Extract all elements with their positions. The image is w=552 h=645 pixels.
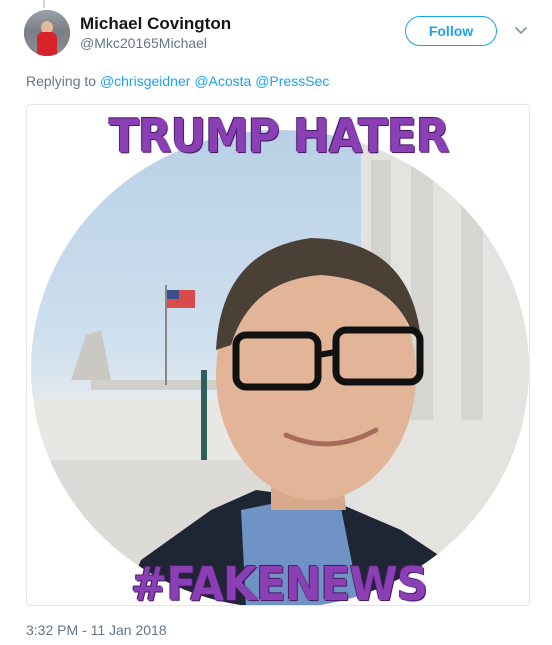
chevron-down-icon[interactable] [513,22,529,38]
meme-bottom-caption: #FAKENEWS [130,557,428,606]
follow-button[interactable]: Follow [405,16,497,46]
author-name[interactable]: Michael Covington [80,14,231,34]
thread-connector-line [43,0,45,8]
meme-top-caption: TRUMP HATER [109,109,449,163]
mention-link-presssec[interactable]: @PressSec [255,73,329,89]
mention-link-acosta[interactable]: @Acosta [194,73,251,89]
avatar[interactable] [24,10,70,56]
selfie-illustration [31,130,529,605]
avatar-body [37,32,57,56]
mention-link-chrisgeidner[interactable]: @chrisgeidner [100,73,190,89]
tweet-media-image[interactable]: TRUMP HATER #FAKENEWS [26,104,530,606]
replying-to-line: Replying to @chrisgeidner @Acosta @Press… [26,73,329,89]
replying-to-prefix: Replying to [26,73,97,89]
author-handle[interactable]: @Mkc20165Michael [80,35,207,51]
selfie-photo [31,130,529,605]
tweet-timestamp[interactable]: 3:32 PM - 11 Jan 2018 [26,622,167,638]
